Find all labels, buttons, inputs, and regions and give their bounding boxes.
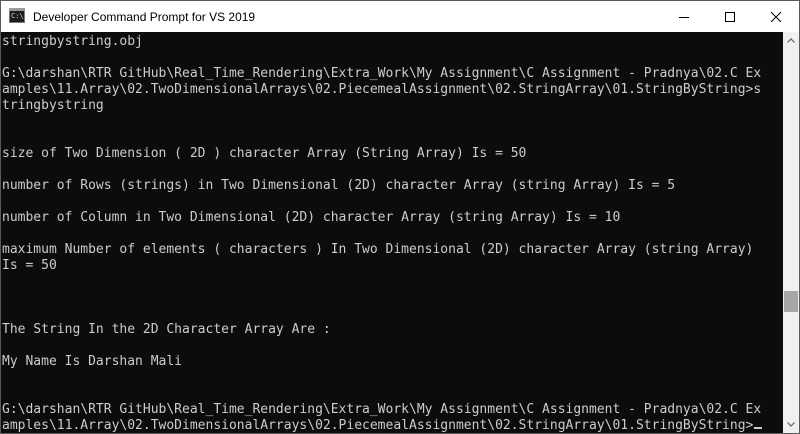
console-app-icon-glyph: C:\: [11, 12, 24, 20]
close-button[interactable]: [753, 1, 799, 32]
caption-buttons: [661, 1, 799, 32]
console-line: amples\11.Array\02.TwoDimensionalArrays\…: [2, 418, 754, 433]
console-line: number of Rows (strings) in Two Dimensio…: [2, 178, 676, 193]
console-line: amples\11.Array\02.TwoDimensionalArrays\…: [2, 82, 762, 97]
maximize-button[interactable]: [707, 1, 753, 32]
console-line: stringbystring.obj: [2, 34, 143, 49]
title-bar[interactable]: C:\ Developer Command Prompt for VS 2019: [1, 1, 799, 32]
text-cursor: [754, 427, 763, 429]
command-prompt-window: C:\ Developer Command Prompt for VS 2019: [0, 0, 800, 434]
console-line: The String In the 2D Character Array Are…: [2, 322, 331, 337]
minimize-button[interactable]: [661, 1, 707, 32]
scroll-up-button[interactable]: [783, 32, 799, 49]
maximize-icon: [725, 11, 735, 22]
vertical-scrollbar[interactable]: [783, 32, 799, 433]
console-line: maximum Number of elements ( characters …: [2, 242, 754, 257]
console-app-icon[interactable]: C:\: [9, 8, 25, 23]
console-line: My Name Is Darshan Mali: [2, 354, 183, 369]
console-line: size of Two Dimension ( 2D ) character A…: [2, 146, 527, 161]
close-icon: [771, 11, 781, 22]
window-title: Developer Command Prompt for VS 2019: [33, 9, 256, 24]
chevron-up-icon: [787, 38, 795, 43]
console-output-area[interactable]: stringbystring.obj G:\darshan\RTR GitHub…: [1, 32, 783, 433]
console-text: stringbystring.obj G:\darshan\RTR GitHub…: [2, 34, 763, 433]
console-line: number of Column in Two Dimensional (2D)…: [2, 210, 621, 225]
chevron-down-icon: [787, 422, 795, 427]
scrollbar-thumb[interactable]: [784, 291, 798, 312]
console-line: tringbystring: [2, 98, 104, 113]
console-line: Is = 50: [2, 258, 57, 273]
console-line: G:\darshan\RTR GitHub\Real_Time_Renderin…: [2, 66, 762, 81]
scroll-down-button[interactable]: [783, 416, 799, 433]
console-line: G:\darshan\RTR GitHub\Real_Time_Renderin…: [2, 402, 762, 417]
minimize-icon: [679, 16, 689, 18]
